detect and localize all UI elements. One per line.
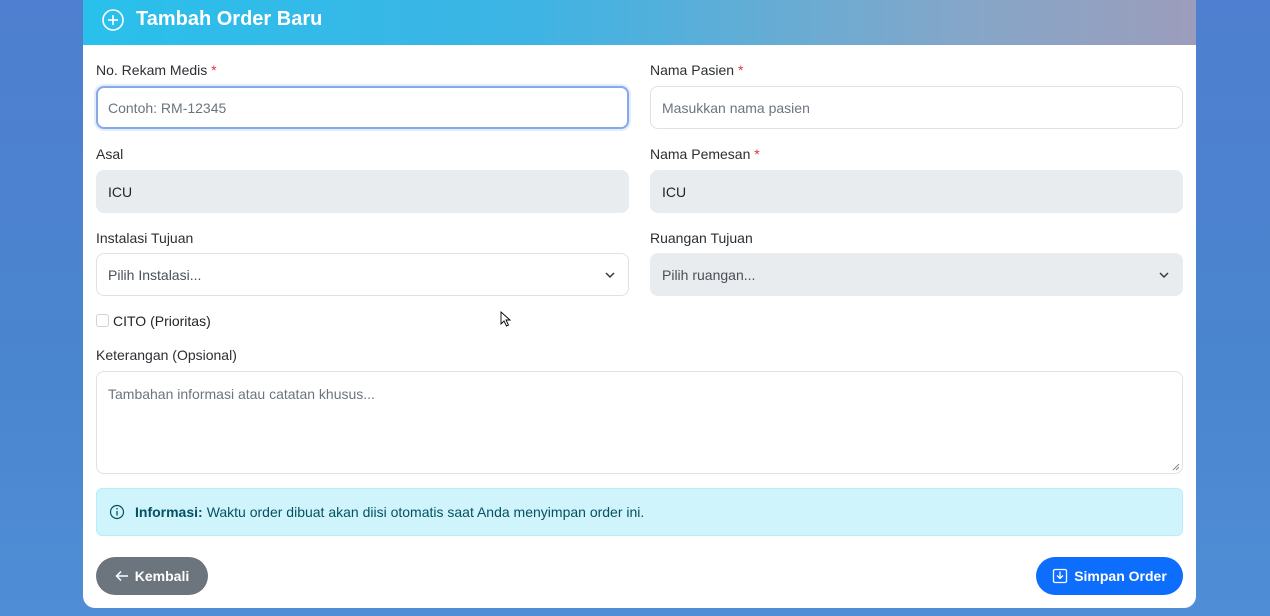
arrow-left-icon [115, 570, 128, 582]
nama-pemesan-value: ICU [662, 183, 687, 200]
cito-checkbox[interactable] [96, 314, 109, 327]
asal-label: Asal [96, 146, 123, 162]
plus-circle-icon [102, 8, 124, 31]
ruangan-tujuan-select[interactable]: Pilih ruangan... [650, 253, 1183, 296]
ruangan-tujuan-selected: Pilih ruangan... [662, 266, 756, 283]
keterangan-label-text: Keterangan (Opsional) [96, 347, 237, 363]
instalasi-tujuan-label: Instalasi Tujuan [96, 230, 193, 246]
cito-label[interactable]: CITO (Prioritas) [113, 313, 211, 329]
info-alert: Informasi: Waktu order dibuat akan diisi… [96, 488, 1183, 536]
back-button[interactable]: Kembali [96, 557, 208, 595]
info-circle-icon [109, 504, 125, 520]
nama-pasien-label-text: Nama Pasien [650, 62, 735, 78]
save-order-button[interactable]: Simpan Order [1036, 557, 1183, 595]
nama-pemesan-label-text: Nama Pemesan [650, 146, 751, 162]
asal-label-text: Asal [96, 146, 124, 162]
required-mark: * [737, 62, 744, 78]
ruangan-tujuan-label: Ruangan Tujuan [650, 230, 753, 246]
required-mark: * [211, 62, 217, 78]
resize-handle-icon[interactable] [1172, 463, 1180, 471]
chevron-down-icon [1159, 271, 1169, 278]
card-header: Tambah Order Baru [83, 0, 1196, 45]
chevron-down-icon [605, 271, 615, 278]
mouse-cursor-icon [500, 311, 512, 327]
instalasi-tujuan-selected: Pilih Instalasi... [108, 266, 202, 283]
nama-pasien-label: Nama Pasien * [650, 62, 743, 78]
instalasi-tujuan-select[interactable]: Pilih Instalasi... [96, 253, 629, 296]
nama-pemesan-field: ICU [650, 170, 1183, 213]
nama-pasien-input[interactable]: Masukkan nama pasien [650, 86, 1183, 129]
page-title: Tambah Order Baru [136, 8, 323, 30]
ruangan-tujuan-label-text: Ruangan Tujuan [650, 230, 753, 246]
nama-pasien-placeholder: Masukkan nama pasien [662, 99, 810, 116]
asal-field: ICU [96, 170, 629, 213]
rekam-medis-input[interactable]: Contoh: RM-12345 [96, 86, 629, 129]
info-title: Informasi: [135, 504, 203, 520]
rekam-medis-label-text: No. Rekam Medis [96, 62, 208, 78]
order-form-card: Tambah Order Baru No. Rekam Medis * Cont… [83, 0, 1196, 608]
asal-value: ICU [108, 183, 133, 200]
keterangan-label: Keterangan (Opsional) [96, 347, 237, 363]
rekam-medis-label: No. Rekam Medis * [96, 62, 217, 78]
rekam-medis-placeholder: Contoh: RM-12345 [108, 99, 227, 116]
save-order-label: Simpan Order [1074, 568, 1167, 584]
info-text: Waktu order dibuat akan diisi otomatis s… [206, 504, 645, 520]
required-mark: * [754, 146, 760, 162]
keterangan-textarea[interactable]: Tambahan informasi atau catatan khusus..… [96, 371, 1183, 474]
save-download-icon [1053, 568, 1068, 584]
back-button-label: Kembali [134, 568, 190, 584]
instalasi-tujuan-label-text: Instalasi Tujuan [96, 230, 194, 246]
nama-pemesan-label: Nama Pemesan * [650, 146, 760, 162]
keterangan-placeholder: Tambahan informasi atau catatan khusus..… [108, 386, 375, 402]
